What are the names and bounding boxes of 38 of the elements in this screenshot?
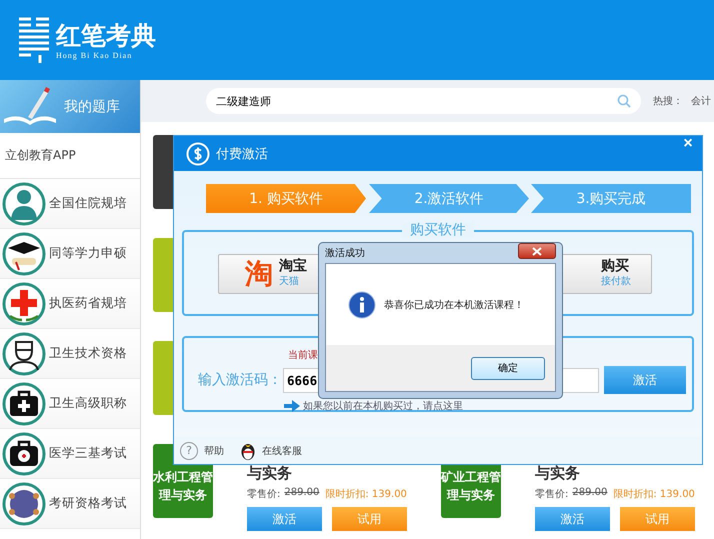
ok-button[interactable]: 确定 <box>471 356 545 380</box>
message-box-title: 激活成功 <box>325 246 365 260</box>
close-button[interactable] <box>518 243 556 259</box>
retail-label: 零售价: <box>247 488 280 501</box>
doctor-icon <box>2 182 46 226</box>
search-icon <box>617 94 631 108</box>
notice-text: 当前课 <box>288 348 318 362</box>
message-text: 恭喜你已成功在本机激活课程！ <box>384 298 524 312</box>
graduation-cap-icon <box>2 232 46 276</box>
discount-price: 限时折扣: 139.00 <box>613 488 695 501</box>
info-icon <box>348 290 376 318</box>
course-title: 与实务 <box>247 464 293 482</box>
restore-link[interactable]: 如果您以前在本机购买过，请点这里 <box>303 399 463 413</box>
help-icon: ? <box>180 442 198 460</box>
logo-subtitle: Hong Bi Kao Dian <box>56 50 134 60</box>
hot-search-link[interactable]: 会计 <box>691 94 711 108</box>
course-title: 与实务 <box>535 464 581 482</box>
medical-cross-icon <box>2 282 46 326</box>
retail-price: 289.00 <box>572 487 608 500</box>
discount-price: 限时折扣: 139.00 <box>325 488 407 501</box>
retail-price: 289.00 <box>284 487 320 500</box>
hot-search-label: 热搜： <box>653 94 683 108</box>
logo-icon <box>16 15 52 65</box>
close-button[interactable]: × <box>674 136 702 152</box>
code-label: 输入激活码： <box>198 371 282 389</box>
search-field[interactable]: 二级建造师 <box>206 88 641 114</box>
logo-title: 红笔考典 <box>56 20 156 50</box>
retail-label: 零售价: <box>535 488 568 501</box>
first-aid-kit-icon <box>2 432 46 476</box>
online-service-link[interactable]: 在线客服 <box>262 444 302 458</box>
medical-kit-icon <box>2 382 46 426</box>
close-icon <box>532 246 542 256</box>
people-circle-icon <box>2 482 46 526</box>
arrow-icon <box>284 400 300 412</box>
section-title: 购买软件 <box>402 222 474 238</box>
dollar-icon <box>186 142 210 166</box>
nurse-icon <box>2 332 46 376</box>
dialog-title: 付费激活 <box>216 146 268 162</box>
